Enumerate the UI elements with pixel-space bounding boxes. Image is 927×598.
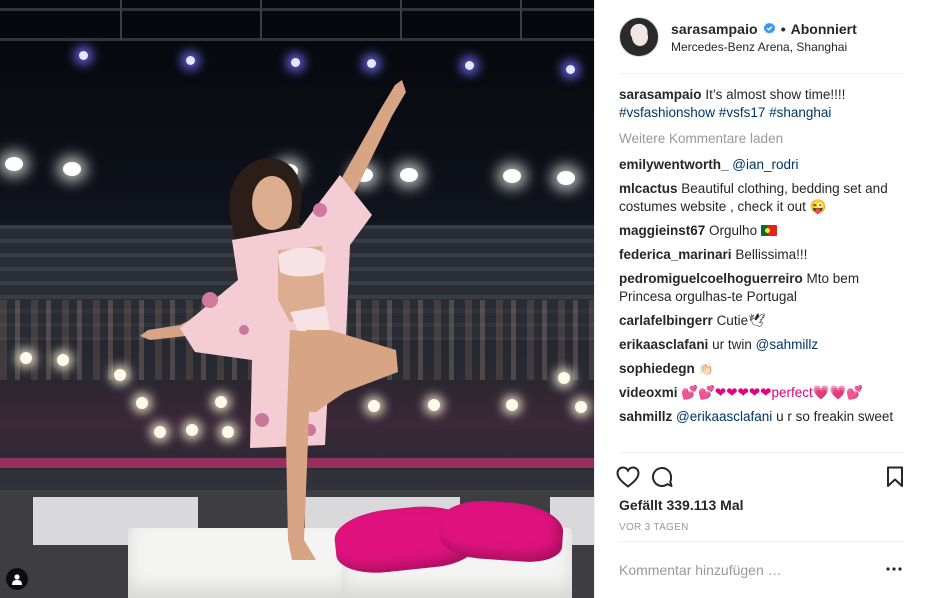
comment-username[interactable]: sarasampaio	[619, 87, 702, 102]
comment-button[interactable]	[645, 460, 679, 494]
heart-icon	[616, 466, 640, 488]
location-link[interactable]: Mercedes-Benz Arena, Shanghai	[671, 40, 857, 54]
comments-list: sarasampaio It’s almost show time!!!! #v…	[619, 86, 909, 432]
header-row: sarasampaio • Abonniert	[671, 21, 857, 37]
caption: sarasampaio It’s almost show time!!!! #v…	[619, 86, 909, 122]
separator-dot: •	[780, 20, 786, 37]
divider	[619, 541, 903, 542]
model-figure	[140, 80, 406, 560]
comment-text: Bellissima!!!	[735, 247, 808, 262]
comment-item: carlafelbingerr Cutie🕊	[619, 312, 909, 330]
comment-text: Orgulho	[709, 223, 758, 238]
comment-username[interactable]: mlcactus	[619, 181, 678, 196]
post-header: sarasampaio • Abonniert Mercedes-Benz Ar…	[595, 0, 927, 74]
comment-username[interactable]: sahmillz	[619, 409, 672, 424]
header-text: sarasampaio • Abonniert Mercedes-Benz Ar…	[671, 21, 857, 54]
comment-username[interactable]: erikaasclafani	[619, 337, 708, 352]
comment-item: erikaasclafani ur twin @sahmillz	[619, 336, 909, 354]
caption-text: It’s almost show time!!!!	[705, 87, 846, 102]
comment-item: sophiedegn 👏🏻	[619, 360, 909, 378]
more-options-button[interactable]	[885, 562, 903, 576]
like-button[interactable]	[611, 460, 645, 494]
comment-username[interactable]: maggieinst67	[619, 223, 705, 238]
comment-username[interactable]: sophiedegn	[619, 361, 695, 376]
comment-text: u r so freakin sweet	[776, 409, 894, 424]
comment-mention[interactable]: @ian_rodri	[732, 157, 798, 172]
more-options-icon	[886, 567, 902, 571]
verified-badge-icon	[763, 22, 775, 34]
bookmark-icon	[887, 466, 903, 487]
comment-text: 👏🏻	[698, 362, 714, 376]
save-button[interactable]	[878, 460, 912, 494]
post-timestamp[interactable]: VOR 3 TAGEN	[619, 522, 689, 533]
divider	[619, 452, 903, 453]
comment-username[interactable]: emilywentworth_	[619, 157, 729, 172]
comment-mention[interactable]: @erikaasclafani	[676, 409, 772, 424]
comment-item: sahmillz @erikaasclafani u r so freakin …	[619, 408, 909, 426]
comment-username[interactable]: pedromiguelcoelhoguerreiro	[619, 271, 803, 286]
comment-username[interactable]: carlafelbingerr	[619, 313, 713, 328]
comment-mention[interactable]: @sahmillz	[756, 337, 818, 352]
comment-username[interactable]: federica_marinari	[619, 247, 732, 262]
comment-item: pedromiguelcoelhoguerreiro Mto bem Princ…	[619, 270, 909, 306]
comment-item: emilywentworth_ @ian_rodri	[619, 156, 909, 174]
comment-icon	[652, 466, 673, 487]
action-bar	[611, 460, 912, 494]
comment-item: federica_marinari Bellissima!!!	[619, 246, 909, 264]
comment-item: mlcactus Beautiful clothing, bedding set…	[619, 180, 909, 216]
instagram-post: sarasampaio • Abonniert Mercedes-Benz Ar…	[0, 0, 927, 598]
caption-hashtags[interactable]: #vsfashionshow #vsfs17 #shanghai	[619, 105, 831, 120]
avatar[interactable]	[619, 17, 659, 57]
portugal-flag-icon	[760, 225, 777, 236]
load-more-comments-button[interactable]: Weitere Kommentare laden	[619, 130, 909, 148]
likes-count[interactable]: Gefällt 339.113 Mal	[619, 497, 744, 513]
comment-text: Cutie🕊	[716, 313, 766, 328]
user-tag-icon[interactable]	[6, 568, 28, 590]
comment-item: videoxmi 💕💕❤❤❤❤❤perfect💗💗💕	[619, 384, 909, 402]
comment-username[interactable]: videoxmi	[619, 385, 678, 400]
comment-text: ur twin	[712, 337, 752, 352]
follow-status-button[interactable]: Abonniert	[791, 21, 857, 37]
add-comment-input[interactable]	[619, 559, 869, 581]
comment-text: 💕💕❤❤❤❤❤perfect💗💗💕	[681, 385, 864, 400]
author-username[interactable]: sarasampaio	[671, 21, 758, 37]
comment-item: maggieinst67 Orgulho	[619, 222, 909, 240]
post-sidebar: sarasampaio • Abonniert Mercedes-Benz Ar…	[594, 0, 927, 598]
post-photo[interactable]	[0, 0, 594, 598]
